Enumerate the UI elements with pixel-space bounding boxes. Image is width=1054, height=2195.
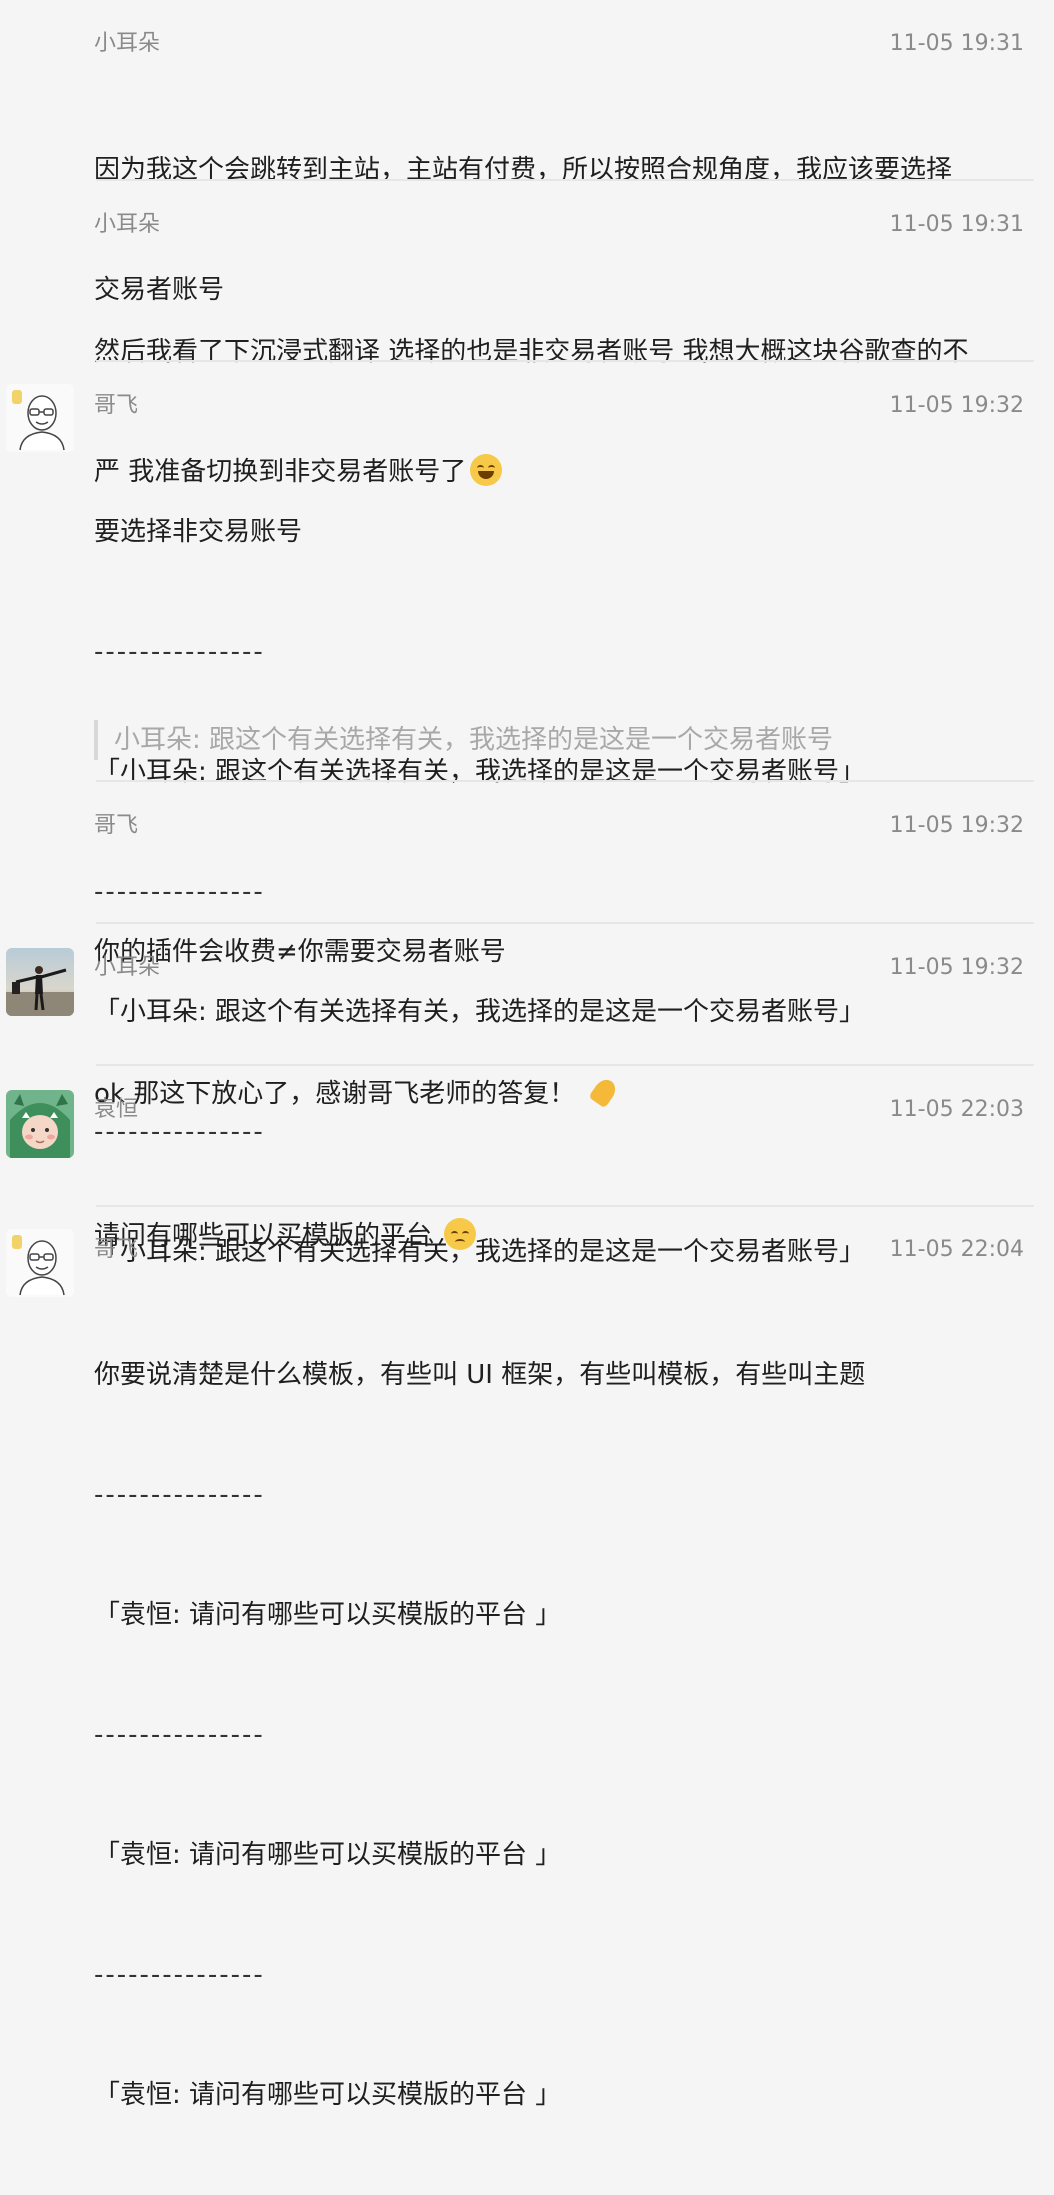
- bald-man-glasses-avatar-icon: [6, 1229, 74, 1297]
- person-beach-avatar-icon: [6, 948, 74, 1016]
- reply-quote[interactable]: 小耳朵: 跟这个有关选择有关，我选择的是这是一个交易者账号: [94, 720, 1014, 760]
- avatar[interactable]: [6, 384, 74, 452]
- message-item: 哥飞 11-05 22:04 你要说清楚是什么模板，有些叫 UI 框架，有些叫模…: [0, 1207, 1054, 2110]
- message-item: 袁恒 11-05 22:03 请问有哪些可以买模版的平台: [0, 1066, 1054, 1251]
- message-item: 哥飞 11-05 19:32 你的插件会收费≠你需要交易者账号: [0, 782, 1054, 967]
- sender-name[interactable]: 哥飞: [94, 395, 138, 417]
- sender-name[interactable]: 小耳朵: [94, 214, 160, 236]
- message-timestamp: 11-05 19:31: [889, 31, 1024, 56]
- message-text[interactable]: 你要说清楚是什么模板，有些叫 UI 框架，有些叫模板，有些叫主题 -------…: [94, 1275, 1029, 2195]
- bald-man-glasses-avatar-icon: [6, 384, 74, 452]
- message-item: 小耳朵 11-05 19:31 因为我这个会跳转到主站，主站有付费，所以按照合规…: [0, 0, 1054, 305]
- avatar[interactable]: [6, 1229, 74, 1297]
- sender-name[interactable]: 哥飞: [94, 1239, 138, 1261]
- message-divider: [96, 179, 1034, 181]
- baby-dinosaur-hat-avatar-icon: [6, 1090, 74, 1158]
- message-line: 你要说清楚是什么模板，有些叫 UI 框架，有些叫模板，有些叫主题: [94, 1360, 866, 1390]
- quoted-line: 「袁恒: 请问有哪些可以买模版的平台 」: [94, 1840, 562, 1870]
- message-timestamp: 11-05 22:04: [889, 1237, 1024, 1262]
- message-timestamp: 11-05 19:31: [889, 212, 1024, 237]
- message-timestamp: 11-05 19:32: [889, 393, 1024, 418]
- sender-name[interactable]: 袁恒: [94, 1099, 138, 1121]
- quoted-line: 「袁恒: 请问有哪些可以买模版的平台 」: [94, 2080, 562, 2110]
- message-timestamp: 11-05 19:32: [889, 813, 1024, 838]
- message-timestamp: 11-05 22:03: [889, 1097, 1024, 1122]
- quoted-line: 「袁恒: 请问有哪些可以买模版的平台 」: [94, 1600, 562, 1630]
- message-item: 哥飞 11-05 19:32 要选择非交易账号 --------------- …: [0, 362, 1054, 1267]
- separator-line: ---------------: [94, 1720, 265, 1750]
- avatar[interactable]: [6, 1090, 74, 1158]
- sender-name[interactable]: 哥飞: [94, 815, 138, 837]
- message-item: 小耳朵 11-05 19:31 然后我看了下沉浸式翻译 选择的也是非交易者账号 …: [0, 182, 1054, 487]
- sender-name[interactable]: 小耳朵: [94, 957, 160, 979]
- message-item: 小耳朵 11-05 19:32 ok 那这下放心了，感谢哥飞老师的答复！: [0, 924, 1054, 1109]
- chat-message-list[interactable]: 小耳朵 11-05 19:31 因为我这个会跳转到主站，主站有付费，所以按照合规…: [0, 0, 1054, 2110]
- message-line: 要选择非交易账号: [94, 517, 303, 547]
- separator-line: ---------------: [94, 1960, 265, 1990]
- message-timestamp: 11-05 19:32: [889, 955, 1024, 980]
- sender-name[interactable]: 小耳朵: [94, 33, 160, 55]
- separator-line: ---------------: [94, 1480, 265, 1510]
- separator-line: ---------------: [94, 637, 265, 667]
- avatar[interactable]: [6, 948, 74, 1016]
